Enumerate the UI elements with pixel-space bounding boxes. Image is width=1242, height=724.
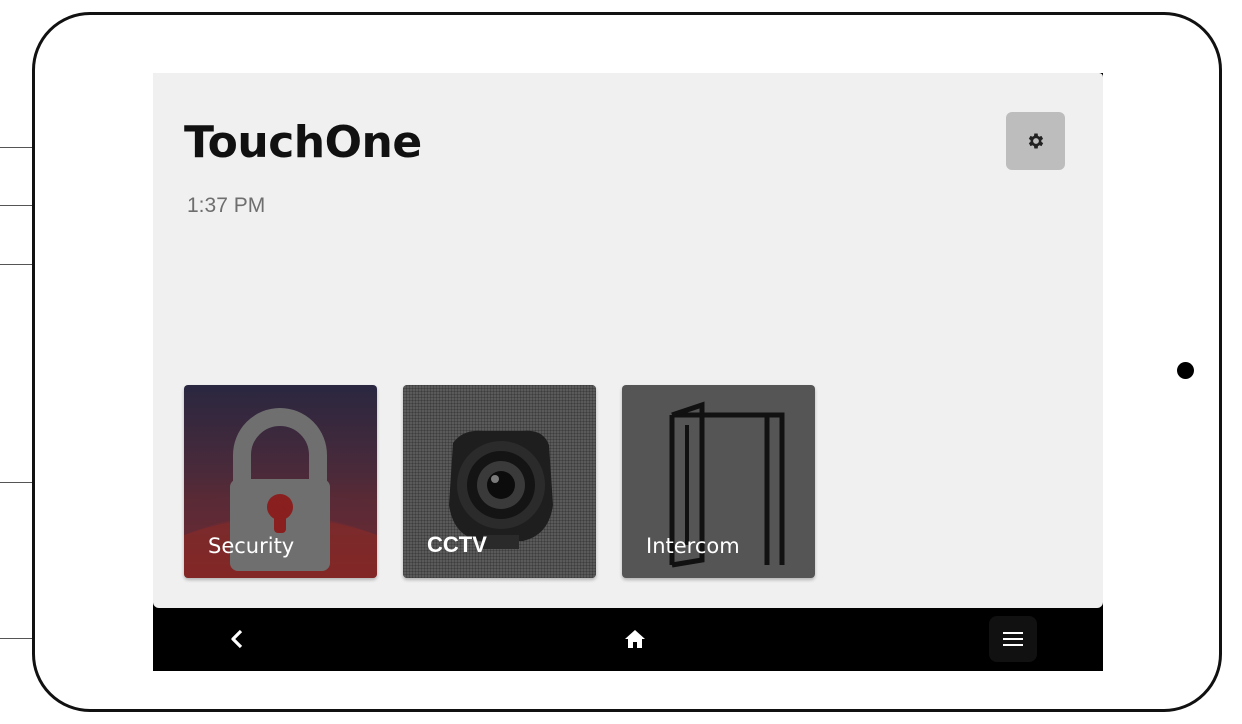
home-icon <box>625 630 645 648</box>
hamburger-menu-icon <box>1003 632 1023 646</box>
page-title: TouchOne <box>184 117 422 168</box>
tile-label-intercom: Intercom <box>646 534 740 558</box>
home-screen: TouchOne 1:37 PM Security CCTV Intercom <box>153 73 1103 608</box>
tile-label-cctv: CCTV <box>427 532 487 557</box>
settings-button[interactable] <box>1006 112 1065 170</box>
bottom-navigation-bar <box>153 608 1103 671</box>
home-button[interactable] <box>613 616 657 662</box>
back-button[interactable] <box>219 616 255 662</box>
gear-icon <box>1028 133 1043 149</box>
device-screen: TouchOne 1:37 PM Security CCTV Intercom <box>153 73 1103 671</box>
chevron-left-icon <box>231 629 243 649</box>
camera-dot <box>1177 362 1194 379</box>
menu-button[interactable] <box>989 616 1037 662</box>
tile-security[interactable]: Security <box>184 385 377 578</box>
annotated-device-diagram: TouchOne 1:37 PM Security CCTV Intercom <box>0 0 1242 724</box>
tile-cctv[interactable]: CCTV <box>403 385 596 578</box>
tile-intercom[interactable]: Intercom <box>622 385 815 578</box>
clock-time: 1:37 PM <box>187 194 266 217</box>
tile-label-security: Security <box>208 534 295 558</box>
